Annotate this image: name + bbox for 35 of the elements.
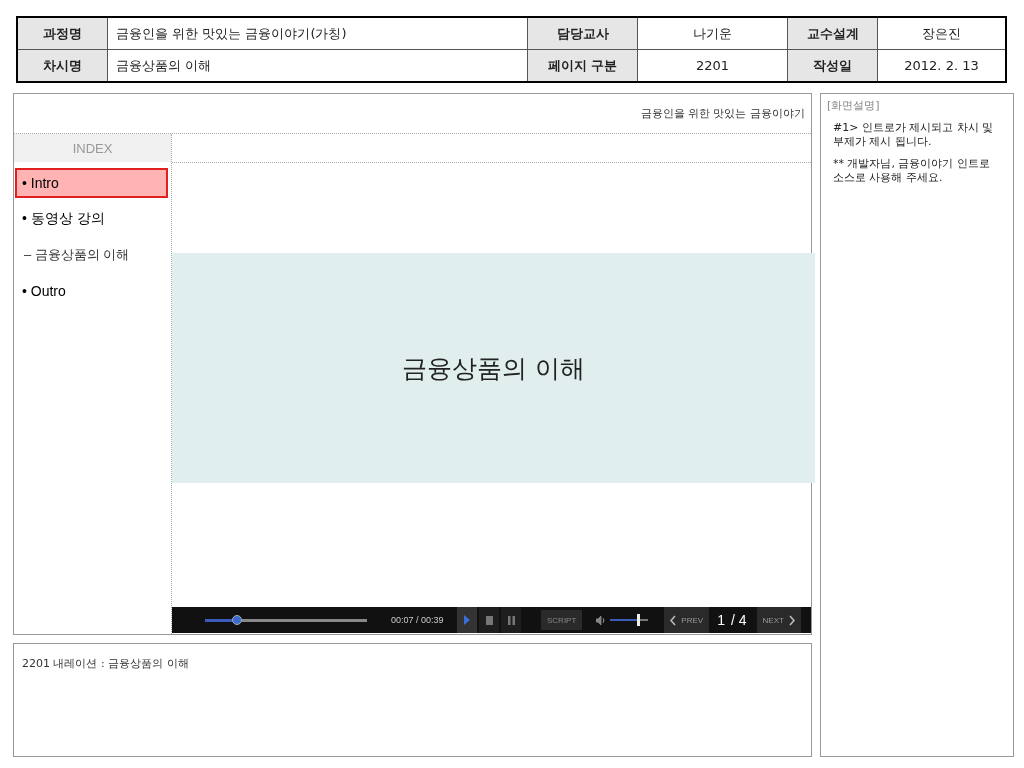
play-button[interactable] bbox=[457, 607, 477, 633]
script-button[interactable]: SCRIPT bbox=[541, 610, 583, 630]
table-cell: 페이지 구분 bbox=[528, 50, 638, 81]
progress-slider[interactable] bbox=[205, 618, 367, 622]
index-item[interactable]: • Intro bbox=[15, 168, 168, 198]
table-cell-text: 장은진 bbox=[921, 24, 962, 43]
index-item[interactable]: • Outro bbox=[15, 276, 168, 306]
index-heading: INDEX bbox=[14, 134, 171, 162]
prev-button[interactable]: PREV bbox=[664, 607, 710, 633]
table-cell: 교수설계 bbox=[788, 18, 878, 49]
table-cell: 과정명 bbox=[18, 18, 108, 49]
chevron-right-icon bbox=[788, 614, 795, 626]
page-total: / 4 bbox=[730, 612, 747, 628]
index-subitem[interactable]: – 금융상품의 이해 bbox=[15, 240, 168, 270]
description-title: [화면설명] bbox=[827, 98, 881, 113]
index-item[interactable]: • 동영상 강의 bbox=[15, 204, 168, 234]
banner-title: 금융상품의 이해 bbox=[402, 352, 585, 385]
play-icon bbox=[464, 615, 470, 625]
pause-button[interactable] bbox=[501, 607, 521, 633]
course-title: 금융인을 위한 맛있는 금융이야기 bbox=[640, 106, 805, 121]
chevron-left-icon bbox=[670, 614, 677, 626]
table-cell-text: 2012. 2. 13 bbox=[903, 57, 980, 75]
table-cell: 차시명 bbox=[18, 50, 108, 81]
stop-button[interactable] bbox=[479, 607, 499, 633]
table-cell: 작성일 bbox=[788, 50, 878, 81]
page-number: 1 bbox=[717, 612, 725, 628]
table-cell: 담당교사 bbox=[528, 18, 638, 49]
narration-text: 2201 내레이션 : 금융상품의 이해 bbox=[22, 657, 189, 670]
next-button[interactable]: NEXT bbox=[756, 607, 801, 633]
description-text: #1> 인트로가 제시되고 차시 및 부제가 제시 됩니다. bbox=[833, 121, 995, 149]
description-text: ** 개발자님, 금융이야기 인트로 소스로 사용해 주세요. bbox=[833, 157, 991, 185]
pause-icon bbox=[507, 615, 515, 625]
stop-icon bbox=[485, 615, 493, 625]
time-display: 00:07 / 00:39 bbox=[391, 615, 445, 625]
speaker-icon bbox=[596, 615, 607, 625]
